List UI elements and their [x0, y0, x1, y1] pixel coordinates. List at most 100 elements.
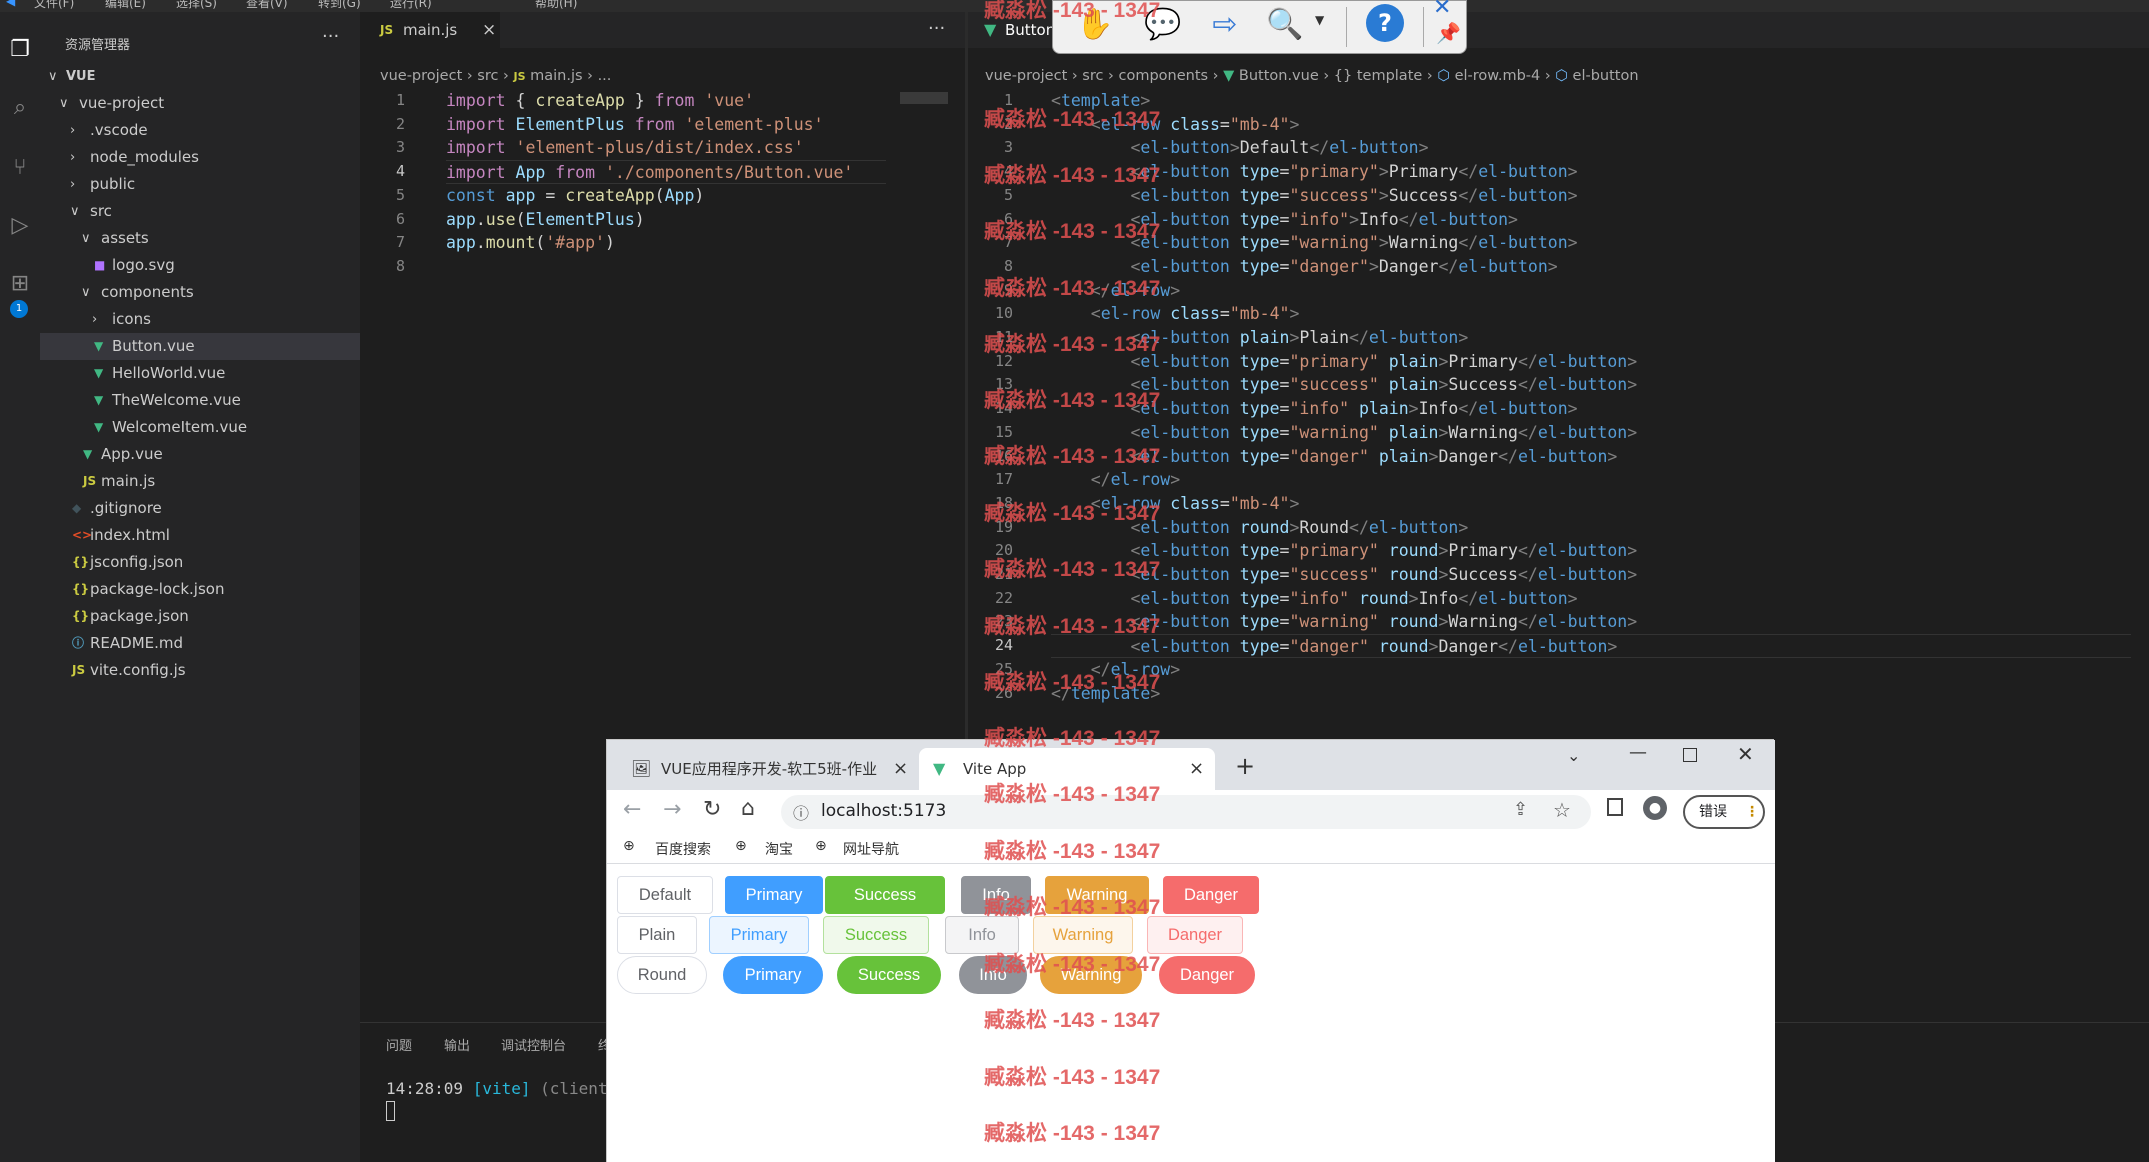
tree-item[interactable]: ◆ .gitignore	[40, 495, 360, 522]
code-line[interactable]: import { createApp } from 'vue'	[446, 89, 754, 113]
code-line[interactable]: import 'element-plus/dist/index.css'	[446, 136, 804, 160]
code-line[interactable]: <el-button>Default</el-button>	[1051, 136, 1428, 160]
menu-item-file[interactable]: 文件(F)	[34, 0, 74, 11]
close-window-icon[interactable]: ✕	[1737, 742, 1754, 766]
code-line[interactable]: <el-button type="info" round>Info</el-bu…	[1051, 587, 1577, 611]
tree-item[interactable]: {} jsconfig.json	[40, 549, 360, 576]
code-line[interactable]: const app = createApp(App)	[446, 184, 704, 208]
explorer-more-button[interactable]: ···	[322, 26, 339, 47]
minimap[interactable]	[900, 92, 948, 104]
tree-item[interactable]: <> index.html	[40, 522, 360, 549]
run-debug-icon[interactable]: ▷	[4, 210, 36, 242]
maximize-icon[interactable]	[1683, 748, 1697, 762]
success-default-button[interactable]: Success	[825, 876, 945, 914]
source-control-icon[interactable]: ⑂	[4, 152, 36, 184]
bookmark-baidu[interactable]: 百度搜索	[655, 839, 711, 859]
forward-icon[interactable]: →	[663, 797, 681, 822]
tab-problems[interactable]: 问题	[386, 1035, 412, 1054]
tab-main-js[interactable]: JS main.js ×	[360, 12, 500, 48]
pin-icon[interactable]: 📌	[1436, 21, 1461, 45]
danger-default-button[interactable]: Danger	[1163, 876, 1259, 914]
help-icon[interactable]: ?	[1363, 1, 1407, 45]
new-tab-button[interactable]: +	[1235, 752, 1255, 780]
menu-item-edit[interactable]: 编辑(E)	[105, 0, 146, 11]
breadcrumb-item[interactable]: el-button	[1573, 68, 1639, 84]
site-info-icon[interactable]: ⓘ	[793, 800, 809, 824]
bookmark-nav[interactable]: 网址导航	[843, 839, 899, 859]
code-line[interactable]: <el-button type="danger" round>Danger</e…	[1051, 634, 2131, 658]
editor-more-button[interactable]: ···	[928, 18, 945, 39]
tree-item[interactable]: ∨ assets	[40, 225, 360, 252]
tab-output[interactable]: 输出	[444, 1035, 470, 1054]
breadcrumb-item[interactable]: vue-project	[985, 68, 1067, 84]
menu-item-goto[interactable]: 转到(G)	[318, 0, 361, 11]
share-icon[interactable]: ⇪	[1513, 799, 1528, 820]
primary-plain-button[interactable]: Primary	[709, 916, 809, 954]
close-icon[interactable]: ×	[482, 12, 496, 48]
danger-plain-button[interactable]: Danger	[1147, 916, 1243, 954]
breadcrumb-item[interactable]: main.js	[530, 68, 582, 84]
tab-search-chevron-icon[interactable]: ⌄	[1567, 746, 1580, 765]
error-button[interactable]: 错误 ⋮	[1683, 795, 1765, 829]
danger-round-button[interactable]: Danger	[1159, 956, 1255, 994]
back-icon[interactable]: ←	[623, 797, 641, 822]
menu-item-help[interactable]: 帮助(H)	[535, 0, 577, 11]
export-icon[interactable]: ⇨	[1203, 3, 1247, 47]
address-bar[interactable]: ⓘ localhost:5173 ⇪ ☆	[781, 795, 1591, 829]
primary-round-button[interactable]: Primary	[723, 956, 823, 994]
breadcrumb-item[interactable]: el-row.mb-4	[1455, 68, 1541, 84]
side-panel-icon[interactable]	[1607, 798, 1623, 816]
explorer-icon[interactable]: ❐	[4, 34, 36, 66]
tree-item[interactable]: ▼ App.vue	[40, 441, 360, 468]
url-text[interactable]: localhost:5173	[821, 801, 946, 821]
breadcrumb-item[interactable]: Button.vue	[1239, 68, 1319, 84]
tree-item[interactable]: ∨ components	[40, 279, 360, 306]
reload-icon[interactable]: ↻	[703, 797, 721, 822]
plain-plain-button[interactable]: Plain	[617, 916, 697, 954]
tab-debug-console[interactable]: 调试控制台	[501, 1035, 566, 1054]
default-default-button[interactable]: Default	[617, 876, 713, 914]
breadcrumb-item[interactable]: src	[477, 68, 498, 84]
primary-default-button[interactable]: Primary	[725, 876, 823, 914]
breadcrumb-item[interactable]: {} template	[1334, 68, 1423, 84]
tree-item[interactable]: JS vite.config.js	[40, 657, 360, 684]
tree-item[interactable]: › public	[40, 171, 360, 198]
tree-item[interactable]: ■ logo.svg	[40, 252, 360, 279]
tree-item[interactable]: JS main.js	[40, 468, 360, 495]
dropdown-chevron-icon[interactable]: ▼	[1315, 13, 1324, 27]
tree-item[interactable]: ∨ src	[40, 198, 360, 225]
extensions-icon[interactable]: ⊞	[4, 268, 36, 300]
tree-item[interactable]: ∨ vue-project	[40, 90, 360, 117]
tree-item[interactable]: › .vscode	[40, 117, 360, 144]
browser-tab-assignment[interactable]: 🖼 VUE应用程序开发-软工5班-作业 ×	[617, 748, 917, 790]
tree-item[interactable]: {} package.json	[40, 603, 360, 630]
tree-item[interactable]: › icons	[40, 306, 360, 333]
search-document-icon[interactable]: 🔍	[1263, 3, 1307, 47]
tree-item[interactable]: ▼ TheWelcome.vue	[40, 387, 360, 414]
tree-item[interactable]: ▼ HelloWorld.vue	[40, 360, 360, 387]
menu-item-selection[interactable]: 选择(S)	[176, 0, 217, 11]
success-round-button[interactable]: Success	[837, 956, 941, 994]
menu-item-view[interactable]: 查看(V)	[246, 0, 288, 11]
home-icon[interactable]: ⌂	[741, 796, 755, 821]
menu-item-run[interactable]: 运行(R)	[390, 0, 432, 11]
success-plain-button[interactable]: Success	[823, 916, 929, 954]
breadcrumb-item[interactable]: src	[1082, 68, 1103, 84]
minimize-icon[interactable]: —	[1629, 742, 1647, 763]
breadcrumb-item[interactable]: vue-project	[380, 68, 462, 84]
bookmark-star-icon[interactable]: ☆	[1553, 798, 1571, 822]
close-icon[interactable]: ×	[1189, 748, 1204, 790]
bookmark-taobao[interactable]: 淘宝	[765, 839, 793, 859]
code-line[interactable]: app.use(ElementPlus)	[446, 208, 645, 232]
code-line[interactable]: import ElementPlus from 'element-plus'	[446, 113, 824, 137]
close-icon[interactable]: ×	[893, 748, 908, 790]
tree-item[interactable]: ⓘ README.md	[40, 630, 360, 657]
round-round-button[interactable]: Round	[617, 956, 707, 994]
breadcrumb-item[interactable]: components	[1118, 68, 1208, 84]
workspace-header[interactable]: ∨ VUE	[40, 63, 360, 90]
profile-avatar-icon[interactable]: ●	[1643, 796, 1667, 820]
code-line[interactable]: import App from './components/Button.vue…	[446, 160, 886, 184]
code-line[interactable]: </el-row>	[1051, 468, 1180, 492]
tree-item[interactable]: ▼ WelcomeItem.vue	[40, 414, 360, 441]
tree-item[interactable]: ▼ Button.vue	[40, 333, 360, 360]
